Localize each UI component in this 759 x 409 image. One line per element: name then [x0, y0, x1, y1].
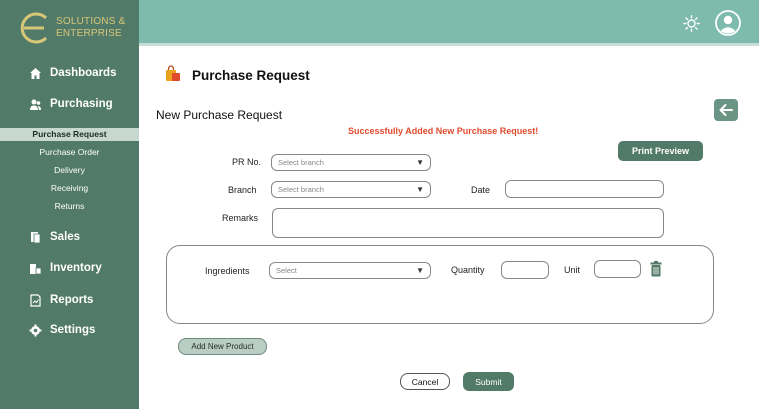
sidebar-subitem-returns[interactable]: Returns	[0, 200, 139, 213]
users-icon	[28, 97, 42, 111]
cancel-button[interactable]: Cancel	[400, 373, 450, 390]
home-icon	[28, 66, 42, 80]
top-bar	[139, 0, 759, 46]
sidebar-item-label: Inventory	[50, 262, 102, 274]
quantity-label: Quantity	[451, 265, 485, 275]
date-field[interactable]	[505, 180, 664, 198]
add-new-product-button[interactable]: Add New Product	[178, 338, 267, 355]
user-avatar-icon[interactable]	[715, 10, 741, 36]
section-title: New Purchase Request	[156, 108, 283, 122]
chevron-down-icon: ▼	[416, 266, 424, 275]
brand-line2: ENTERPRISE	[56, 28, 122, 39]
logo-e-icon	[20, 12, 48, 44]
sun-icon[interactable]	[683, 15, 700, 37]
brand-logo[interactable]: SOLUTIONS & ENTERPRISE	[18, 10, 138, 46]
brand-line1: SOLUTIONS &	[56, 16, 126, 27]
sidebar-item-inventory[interactable]: Inventory	[28, 261, 102, 275]
sidebar-item-label: Reports	[50, 294, 94, 306]
chart-icon	[28, 293, 42, 307]
trash-icon[interactable]	[650, 261, 662, 282]
print-preview-button[interactable]: Print Preview	[618, 141, 703, 161]
back-button[interactable]	[714, 99, 738, 121]
page-title: Purchase Request	[192, 68, 310, 83]
unit-field[interactable]	[594, 260, 641, 278]
sidebar-subitem-receiving[interactable]: Receiving	[0, 182, 139, 195]
sidebar-subitem-purchase-request[interactable]: Purchase Request	[0, 128, 139, 141]
arrow-left-icon	[719, 104, 733, 116]
chevron-down-icon: ▼	[416, 158, 424, 167]
sidebar-item-label: Purchasing	[50, 98, 113, 110]
brand-text: SOLUTIONS & ENTERPRISE	[56, 16, 125, 40]
branch-select[interactable]: Select branch ▼	[271, 181, 431, 198]
unit-label: Unit	[564, 265, 581, 275]
sidebar-subitem-delivery[interactable]: Delivery	[0, 164, 139, 177]
quantity-field[interactable]	[501, 261, 549, 279]
success-message: Successfully Added New Purchase Request!	[348, 126, 539, 136]
ingredients-label: Ingredients	[205, 266, 250, 276]
shopping-bag-icon	[164, 64, 182, 87]
gear-icon	[28, 323, 42, 337]
branch-placeholder: Select branch	[278, 185, 324, 194]
pr-number-label: PR No.	[232, 157, 262, 167]
sidebar-subitem-purchase-order[interactable]: Purchase Order	[0, 146, 139, 159]
sidebar-item-dashboards[interactable]: Dashboards	[28, 66, 116, 80]
ingredients-select[interactable]: Select ▼	[269, 262, 431, 279]
sidebar-item-sales[interactable]: Sales	[28, 230, 80, 244]
sidebar: SOLUTIONS & ENTERPRISE Dashboards Purcha…	[0, 0, 139, 409]
sidebar-item-settings[interactable]: Settings	[28, 323, 95, 337]
sidebar-item-label: Dashboards	[50, 67, 117, 79]
pr-number-placeholder: Select branch	[278, 158, 324, 167]
submit-button[interactable]: Submit	[463, 372, 514, 391]
date-label: Date	[471, 185, 491, 195]
chevron-down-icon: ▼	[416, 185, 424, 194]
branch-label: Branch	[228, 185, 257, 195]
remarks-label: Remarks	[222, 213, 259, 223]
ingredients-placeholder: Select	[276, 266, 297, 275]
document-icon	[28, 230, 42, 244]
sidebar-item-label: Settings	[50, 324, 96, 336]
sidebar-item-reports[interactable]: Reports	[28, 293, 93, 307]
ingredients-panel	[166, 245, 714, 324]
remarks-field[interactable]	[272, 208, 664, 238]
pr-number-select[interactable]: Select branch ▼	[271, 154, 431, 171]
sidebar-item-purchasing[interactable]: Purchasing	[28, 97, 113, 111]
inventory-icon	[28, 261, 42, 275]
sidebar-item-label: Sales	[50, 231, 81, 243]
